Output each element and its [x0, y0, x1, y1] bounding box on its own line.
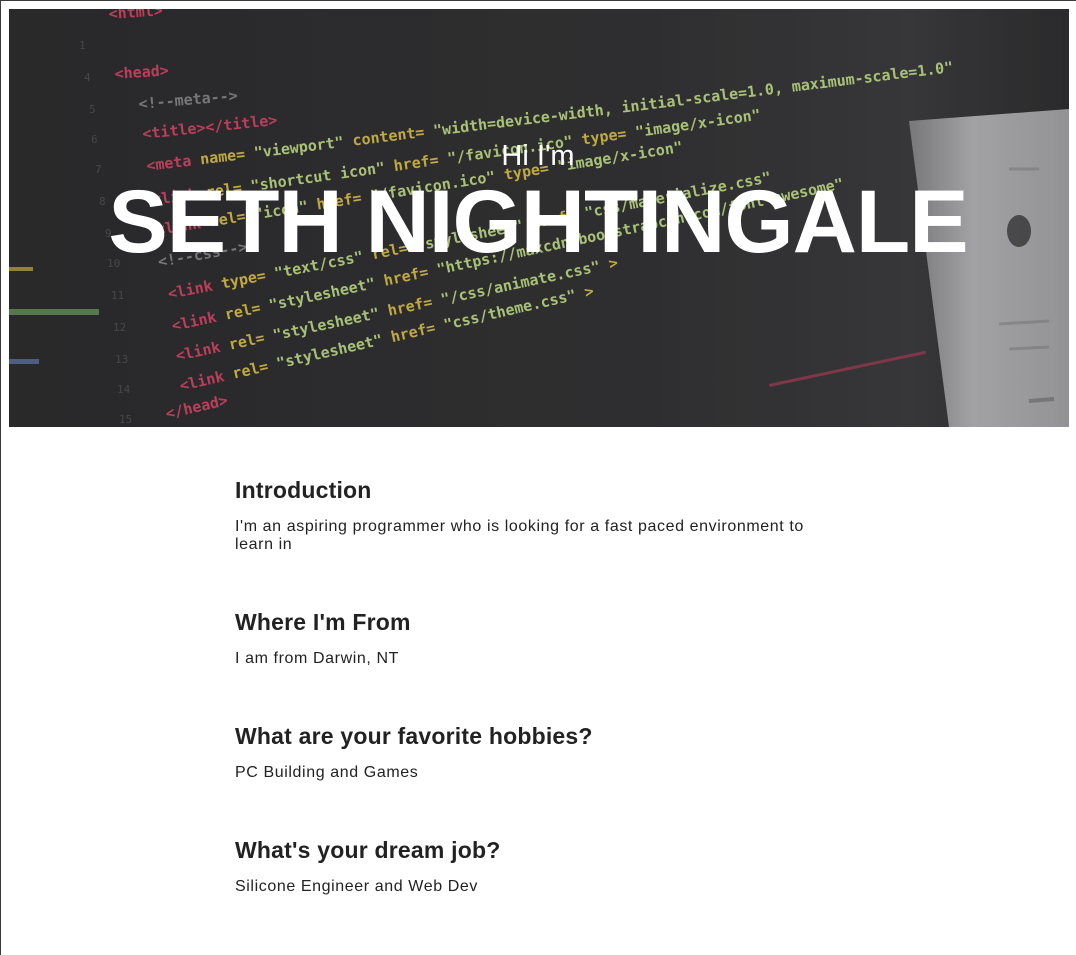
section-where-from: Where I'm From I am from Darwin, NT	[235, 606, 835, 668]
section-heading: Introduction	[235, 477, 372, 503]
section-dream-job: What's your dream job? Silicone Engineer…	[235, 834, 835, 896]
hero-banner: 1 4 5 6 7 8 9 10 11 12 13 14 15 <html> <…	[9, 9, 1069, 427]
section-heading: What's your dream job?	[235, 837, 501, 863]
hero-greeting: Hi I'm	[501, 140, 575, 172]
section-text: PC Building and Games	[235, 764, 419, 781]
section-introduction: Introduction I'm an aspiring programmer …	[235, 474, 835, 554]
section-hobbies: What are your favorite hobbies? PC Build…	[235, 720, 835, 782]
section-text: I'm an aspiring programmer who is lookin…	[235, 518, 804, 553]
section-text: Silicone Engineer and Web Dev	[235, 878, 479, 895]
hero-name-title: SETH NIGHTINGALE	[108, 171, 968, 271]
section-heading: Where I'm From	[235, 609, 411, 635]
section-heading: What are your favorite hobbies?	[235, 723, 593, 749]
section-text: I am from Darwin, NT	[235, 650, 400, 667]
